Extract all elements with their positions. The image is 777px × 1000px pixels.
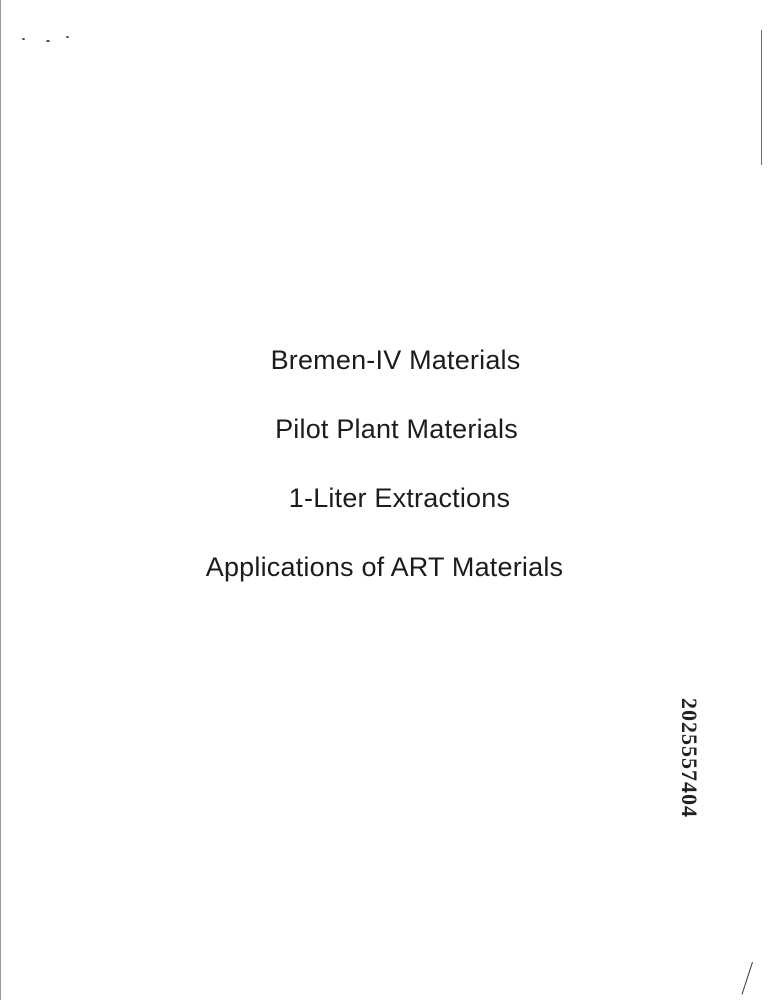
section-title-1-liter-extractions: 1-Liter Extractions (288, 483, 511, 513)
scan-speck (66, 36, 69, 38)
section-title-pilot-plant: Pilot Plant Materials (275, 414, 518, 444)
scan-mark-corner (741, 962, 753, 995)
document-page: Bremen-IV Materials Pilot Plant Material… (0, 0, 777, 1000)
scan-speck (46, 40, 50, 42)
scan-speck (22, 38, 25, 40)
bates-number: 2025557404 (677, 698, 702, 818)
section-title-art-applications: Applications of ART Materials (205, 552, 564, 582)
section-title-bremen-iv: Bremen-IV Materials (270, 345, 521, 375)
scan-edge-right (761, 30, 762, 165)
section-title-list: Bremen-IV Materials Pilot Plant Material… (0, 340, 777, 616)
